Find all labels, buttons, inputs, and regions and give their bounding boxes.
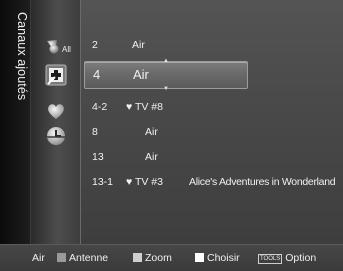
channel-list: 2 Air ▲ 4 Air ▼ 4-2 ♥ TV #8 8 Air 13 Air… xyxy=(81,0,343,244)
channel-number: 2 xyxy=(92,39,98,51)
favorite-heart-icon[interactable] xyxy=(45,100,67,122)
antenna-key[interactable]: Antenne xyxy=(57,245,108,271)
select-key-label: Choisir xyxy=(207,252,240,264)
screen-title: Canaux ajoutés xyxy=(15,12,29,101)
tools-key-icon: TOOLS xyxy=(258,254,283,264)
key-guide-bar: Air Antenne Zoom Choisir TOOLS Option xyxy=(0,244,343,271)
source-label: Air xyxy=(32,252,45,264)
tools-option-key[interactable]: TOOLS Option xyxy=(258,245,316,271)
channel-number: 13 xyxy=(92,151,104,163)
option-key-label: Option xyxy=(285,252,317,264)
channel-number: 8 xyxy=(92,126,98,138)
channel-number: 13-1 xyxy=(92,176,114,188)
all-label: All xyxy=(62,45,71,54)
channel-type: Air xyxy=(132,39,145,51)
title-strip: Canaux ajoutés xyxy=(0,0,31,244)
channel-row[interactable]: 2 Air xyxy=(81,34,343,56)
antenna-all-icon[interactable]: All xyxy=(45,36,75,58)
zoom-key[interactable]: Zoom xyxy=(133,245,172,271)
channel-list-screen: Canaux ajoutés All 2 Air ▲ 4 Air ▼ 4-2 ♥… xyxy=(0,0,343,271)
channel-type: Air xyxy=(145,151,158,163)
category-icon-bar: All xyxy=(31,0,81,244)
channel-row[interactable]: 13-1 ♥ TV #3 Alice's Adventures in Wonde… xyxy=(81,171,343,193)
channel-number: 4 xyxy=(93,67,101,82)
antenna-key-label: Antenne xyxy=(69,252,109,264)
zoom-key-icon xyxy=(133,253,142,262)
zoom-key-label: Zoom xyxy=(145,252,172,264)
channel-type: Air xyxy=(133,67,149,82)
gray-key-icon xyxy=(57,253,66,262)
add-channel-icon[interactable] xyxy=(45,64,67,86)
channel-row-selected[interactable]: ▲ 4 Air ▼ xyxy=(84,58,248,92)
scroll-down-caret-icon: ▼ xyxy=(163,86,169,92)
program-title: Alice's Adventures in Wonderland xyxy=(189,176,336,188)
select-key[interactable]: Choisir xyxy=(195,245,240,271)
clock-timer-icon[interactable] xyxy=(45,125,67,147)
channel-row[interactable]: 13 Air xyxy=(81,146,343,168)
channel-row[interactable]: 8 Air xyxy=(81,121,343,143)
channel-number: 4-2 xyxy=(92,101,108,113)
channel-row[interactable]: 4-2 ♥ TV #8 xyxy=(81,96,343,118)
channel-type: ♥ TV #3 xyxy=(126,176,163,188)
scroll-up-caret-icon: ▲ xyxy=(163,58,169,64)
channel-type: ♥ TV #8 xyxy=(126,101,163,113)
enter-key-icon xyxy=(195,253,204,262)
channel-type: Air xyxy=(145,126,158,138)
